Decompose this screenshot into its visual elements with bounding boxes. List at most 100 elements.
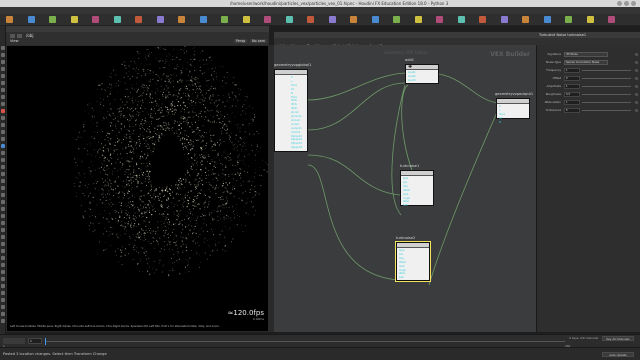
shelf-tab-label[interactable]: Container Tools xyxy=(495,23,515,24)
node-port-label[interactable]: force xyxy=(499,113,505,116)
shelf-tab-label[interactable]: Rigid Bodies xyxy=(366,23,386,24)
param-field[interactable]: 0 xyxy=(564,75,580,81)
shelf-tool-icon[interactable]: Pyro FX xyxy=(522,16,529,24)
shelf-tab-label[interactable]: Model xyxy=(43,23,63,24)
node-port-label[interactable]: numpt xyxy=(291,123,299,126)
shelf-tab-label[interactable]: Terrain FX xyxy=(194,23,214,24)
tool-icon[interactable] xyxy=(1,158,5,162)
tool-icon[interactable] xyxy=(1,95,5,99)
shelf-tool-icon[interactable]: Cloud FX xyxy=(242,16,250,24)
node-port-label[interactable]: P xyxy=(499,105,500,108)
shelf-tab-label[interactable]: Lights and Cameras xyxy=(280,23,300,24)
node-port-label[interactable]: rough xyxy=(403,197,410,200)
shelf-tool-icon[interactable]: Characters xyxy=(156,16,165,24)
tool-icon[interactable] xyxy=(1,137,5,141)
persp-menu[interactable]: Persp xyxy=(234,39,248,43)
shelf-tab-label[interactable]: Volume xyxy=(258,23,278,24)
tool-icon[interactable] xyxy=(1,144,5,148)
shelf-tool-icon[interactable]: Crowds xyxy=(586,16,594,24)
tool-icon[interactable] xyxy=(1,249,5,253)
node-port-label[interactable]: input2 xyxy=(408,75,416,78)
shelf-tab-label[interactable]: Modify xyxy=(22,23,42,24)
node-port-label[interactable]: N xyxy=(291,92,293,95)
node-port-label[interactable]: atten xyxy=(403,200,409,203)
tool-icon[interactable] xyxy=(1,200,5,204)
shelf-tab-label[interactable]: FEM xyxy=(538,23,558,24)
param-slider[interactable] xyxy=(582,77,631,79)
param-field[interactable]: 1 xyxy=(564,83,580,89)
shelf-tool-icon[interactable]: Rigging xyxy=(135,16,142,24)
param-menu-icon[interactable] xyxy=(635,60,638,64)
node-geometryvopoutput1[interactable]: Pv force Cd N xyxy=(496,98,530,124)
shelf-tool-icon[interactable]: FEM xyxy=(543,16,551,24)
tool-icon[interactable] xyxy=(1,165,5,169)
shelf-tab-label[interactable]: Fluid Containers xyxy=(452,23,472,24)
node-port-label[interactable]: offset xyxy=(403,189,410,192)
node-port-label[interactable]: OpInput1 xyxy=(291,135,302,138)
param-dropdown[interactable]: 3D Noise xyxy=(564,51,608,57)
node-port-label[interactable]: ptnum xyxy=(291,111,299,114)
param-menu-icon[interactable] xyxy=(635,108,638,112)
tool-icon[interactable] xyxy=(1,214,5,218)
node-port-label[interactable]: input3 xyxy=(408,79,416,82)
shelf-tab-label[interactable]: Texture xyxy=(108,23,128,24)
shelf-tab-label[interactable]: Particle Fluids xyxy=(387,23,407,24)
node-port-label[interactable]: OpInput2 xyxy=(291,138,302,141)
node-port-label[interactable]: Cd xyxy=(291,88,294,91)
node-port-label[interactable]: Cd xyxy=(499,117,502,120)
node-port-label[interactable]: offset xyxy=(399,261,406,264)
node-port-label[interactable]: atten xyxy=(399,272,405,275)
node-port-label[interactable]: OpInput4 xyxy=(291,146,302,149)
shelf-tab-label[interactable]: Polygon xyxy=(65,23,85,24)
shelf-tab-label[interactable]: Deform xyxy=(86,23,106,24)
shelf-tab-label[interactable]: Pyro FX xyxy=(516,23,536,24)
tool-icon[interactable] xyxy=(1,298,5,302)
scene-viewport[interactable]: ≈120.0fps 0.00ms Left mouse tumbles. Mid… xyxy=(6,45,269,332)
tool-icon[interactable] xyxy=(1,319,5,323)
node-port-label[interactable]: input1 xyxy=(408,71,416,74)
playback-controls[interactable] xyxy=(3,338,25,344)
shelf-tool-icon[interactable]: Terrain FX xyxy=(199,16,207,24)
shelf-tab-label[interactable]: Vellum xyxy=(344,23,364,24)
shelf-tab-label[interactable]: Rigging xyxy=(129,23,149,24)
timeline-playhead[interactable] xyxy=(45,338,46,345)
tool-icon[interactable] xyxy=(1,228,5,232)
shelf-tool-icon[interactable]: Texture xyxy=(113,16,121,24)
tool-icon[interactable] xyxy=(1,221,5,225)
tool-icon[interactable] xyxy=(1,270,5,274)
shelf-tool-icon[interactable]: Fluid Containers xyxy=(455,16,468,24)
tool-icon[interactable] xyxy=(1,74,5,78)
shelf-tab-label[interactable]: Simple FX xyxy=(215,23,235,24)
close-button[interactable] xyxy=(631,1,636,6)
node-geometryvopglobal1[interactable]: Pv force Cd N Time dPdx dPdy dPdz ptnum primnum vt… xyxy=(274,69,308,152)
shelf-tab-label[interactable]: Oceans xyxy=(430,23,450,24)
node-port-label[interactable]: dPdx xyxy=(291,99,297,102)
node-port-label[interactable]: numprim xyxy=(291,127,302,130)
tool-icon[interactable] xyxy=(1,109,5,113)
shelf-tool-icon[interactable]: Grains xyxy=(328,16,336,24)
tool-icon[interactable] xyxy=(1,235,5,239)
node-port-label[interactable]: pos xyxy=(399,253,403,256)
tool-icon[interactable] xyxy=(1,305,5,309)
tool-icon[interactable] xyxy=(1,116,5,120)
back-arrow-icon[interactable] xyxy=(10,34,15,38)
shelf-tool-icon[interactable]: Container Tools xyxy=(498,16,511,24)
network-editor[interactable]: Geometry VOP Global... VEX Builder geome… xyxy=(274,45,536,332)
shelf-tool-icon[interactable]: Particles xyxy=(307,16,314,24)
param-field[interactable]: 5 xyxy=(564,107,580,113)
shelf-tool-icon[interactable]: Vellum xyxy=(350,16,357,24)
tool-icon[interactable] xyxy=(1,207,5,211)
shelf-tab-label[interactable]: Cloud FX xyxy=(237,23,257,24)
auto-update-button[interactable]: Auto Update xyxy=(602,352,634,357)
timeline-slider[interactable] xyxy=(45,341,565,342)
tool-icon[interactable] xyxy=(1,102,5,106)
node-turbnoise1[interactable]: type pos freq offset amp rough atten turb xyxy=(400,170,434,207)
tool-icon[interactable] xyxy=(1,242,5,246)
shelf-tab-label[interactable]: Wires xyxy=(559,23,579,24)
tool-icon[interactable] xyxy=(1,81,5,85)
tool-icon[interactable] xyxy=(1,88,5,92)
tool-icon[interactable] xyxy=(1,312,5,316)
param-menu-icon[interactable] xyxy=(635,100,638,104)
tool-icon[interactable] xyxy=(1,67,5,71)
param-slider[interactable] xyxy=(582,85,631,87)
